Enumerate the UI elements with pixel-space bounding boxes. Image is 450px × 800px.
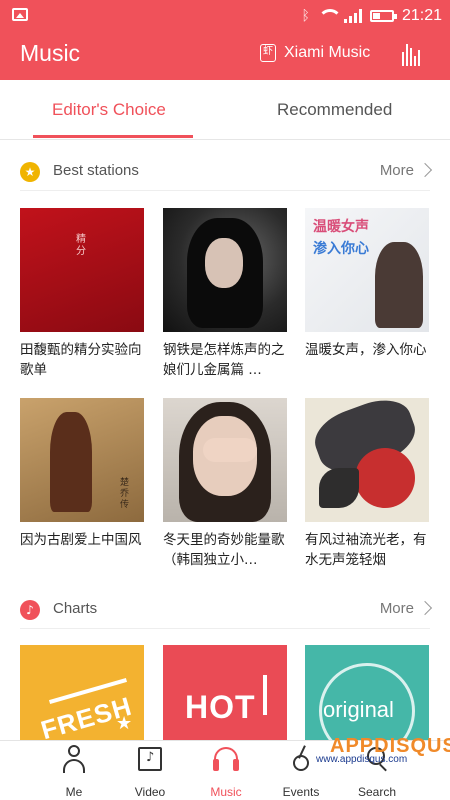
station-card[interactable]: 温暖女声 渗入你心 温暖女声，渗入你心 (305, 208, 429, 380)
station-card[interactable]: 冬天里的奇妙能量歌（韩国独立小… (163, 398, 287, 570)
station-title: 田馥甄的精分实验向歌单 (20, 342, 142, 378)
station-cover-image: 温暖女声 渗入你心 (305, 208, 429, 332)
station-cover-image: 精分 (20, 208, 144, 332)
star-icon: ★ (20, 162, 40, 182)
battery-icon (369, 10, 397, 22)
nav-video[interactable]: ♪ Video (112, 745, 188, 800)
headphones-icon (212, 745, 240, 773)
tab-recommended[interactable]: Recommended (277, 100, 392, 120)
section-header-charts: ♪ Charts More (20, 598, 433, 628)
section-divider (20, 190, 430, 191)
tab-bar: Editor's Choice Recommended (0, 80, 450, 140)
status-icons: ᛒ 21:21 (302, 6, 442, 26)
chevron-right-icon[interactable] (417, 162, 433, 178)
nav-label: Video (134, 785, 166, 799)
cover-text: 温暖女声 (313, 219, 369, 235)
equalizer-icon[interactable] (402, 44, 426, 66)
cover-text: HOT (185, 689, 256, 725)
gallery-notification-icon (12, 8, 28, 21)
xiami-music-label: Xiami Music (284, 44, 371, 61)
nav-label: Me (65, 785, 83, 799)
nav-music[interactable]: Music (188, 745, 264, 800)
station-title: 冬天里的奇妙能量歌（韩国独立小… (163, 532, 285, 568)
chevron-right-icon[interactable] (417, 600, 433, 616)
bluetooth-icon: ᛒ (301, 8, 310, 24)
xiami-music-button[interactable]: 虾 Xiami Music (260, 44, 370, 62)
station-title: 有风过袖流光老，有水无声笼轻烟 (305, 532, 427, 568)
watermark-url: www.appdisqus.com (316, 754, 408, 765)
station-cover-image (163, 398, 287, 522)
nav-label: Search (357, 785, 397, 799)
station-card[interactable]: 有风过袖流光老，有水无声笼轻烟 (305, 398, 429, 570)
video-icon: ♪ (136, 745, 164, 773)
active-tab-indicator (33, 135, 193, 138)
station-cover-image: 楚乔传 (20, 398, 144, 522)
app-header: ᛒ 21:21 Music 虾 Xiami Music (0, 0, 450, 80)
section-title: Charts (53, 600, 98, 617)
station-title: 温暖女声，渗入你心 (305, 342, 427, 358)
nav-label: Music (210, 785, 242, 799)
section-divider (20, 628, 430, 629)
station-cover-image (163, 208, 287, 332)
person-icon (60, 745, 88, 773)
xiami-logo-icon: 虾 (260, 44, 276, 62)
tab-editors-choice[interactable]: Editor's Choice (52, 100, 166, 120)
more-link[interactable]: More (380, 162, 414, 179)
station-card[interactable]: 楚乔传 因为古剧爱上中国风 (20, 398, 144, 570)
station-title: 因为古剧爱上中国风 (20, 532, 142, 548)
cover-text: 楚乔传 (120, 478, 130, 510)
station-card[interactable]: 精分 田馥甄的精分实验向歌单 (20, 208, 144, 380)
cover-text: 精分 (76, 234, 86, 257)
cover-text: 渗入你心 (313, 241, 369, 257)
page-title: Music (20, 40, 81, 66)
star-icon: ★ (116, 713, 133, 734)
station-title: 钢铁是怎样炼声的之娘们儿金属篇 … (163, 342, 285, 378)
nav-label: Events (282, 785, 320, 799)
section-header-best-stations: ★ Best stations More (20, 160, 433, 190)
section-title: Best stations (53, 162, 139, 179)
nav-me[interactable]: Me (36, 745, 112, 800)
wifi-icon (317, 9, 342, 23)
status-bar: ᛒ 21:21 (0, 0, 450, 32)
more-link[interactable]: More (380, 600, 414, 617)
music-note-icon: ♪ (20, 600, 40, 620)
status-time: 21:21 (401, 7, 442, 24)
station-card[interactable]: 钢铁是怎样炼声的之娘们儿金属篇 … (163, 208, 287, 380)
signal-icon (343, 9, 362, 23)
cover-text: original (323, 697, 394, 722)
station-cover-image (305, 398, 429, 522)
guitar-icon (287, 745, 315, 773)
